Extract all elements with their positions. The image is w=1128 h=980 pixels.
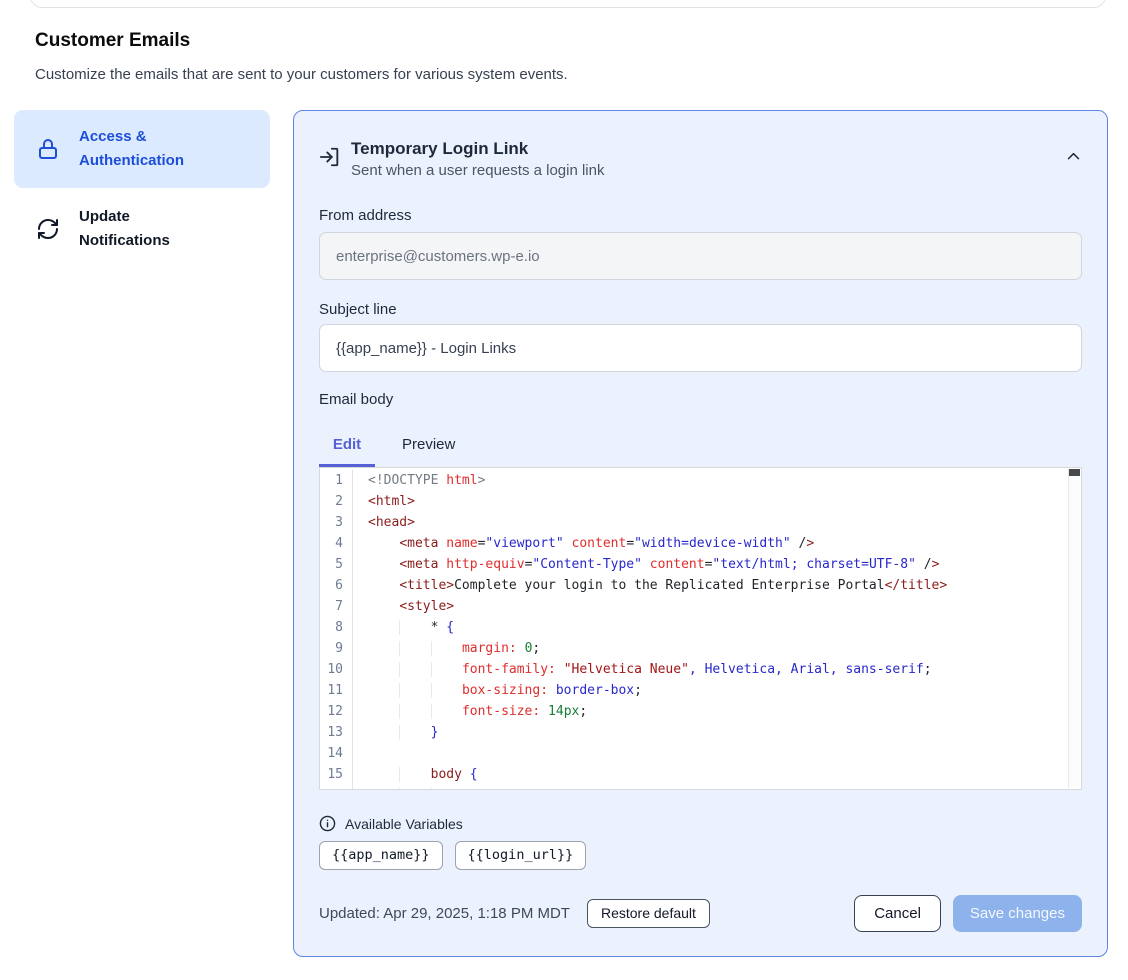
chevron-up-icon[interactable] <box>1065 148 1082 165</box>
from-address-input[interactable] <box>319 232 1082 280</box>
variable-chip-app-name[interactable]: {{app_name}} <box>319 841 443 870</box>
save-changes-button[interactable]: Save changes <box>953 895 1082 932</box>
info-icon <box>319 815 336 832</box>
available-variables-label: Available Variables <box>345 816 463 832</box>
page-subtitle: Customize the emails that are sent to yo… <box>35 66 568 83</box>
code-editor-lines: 1<!DOCTYPE html>2<html>3<head>4 <meta na… <box>320 468 1081 790</box>
editor-scrollbar[interactable] <box>1068 469 1080 788</box>
available-variables-row: Available Variables <box>319 815 1082 832</box>
cancel-button[interactable]: Cancel <box>854 895 941 932</box>
sidebar-item-access-authentication[interactable]: Access & Authentication <box>14 110 270 188</box>
lock-icon <box>36 137 60 161</box>
email-body-tabs: Edit Preview <box>319 427 1082 467</box>
code-editor[interactable]: 1<!DOCTYPE html>2<html>3<head>4 <meta na… <box>319 467 1082 790</box>
tab-preview[interactable]: Preview <box>402 427 455 467</box>
sidebar-item-label: Update Notifications <box>79 205 219 253</box>
panel-title: Temporary Login Link <box>351 137 604 161</box>
subject-line-label: Subject line <box>319 301 1082 319</box>
restore-default-button[interactable]: Restore default <box>587 899 710 928</box>
panel-header[interactable]: Temporary Login Link Sent when a user re… <box>319 137 1082 179</box>
email-settings-panel: Temporary Login Link Sent when a user re… <box>293 110 1108 957</box>
panel-footer: Updated: Apr 29, 2025, 1:18 PM MDT Resto… <box>319 895 1082 932</box>
variable-chip-login-url[interactable]: {{login_url}} <box>455 841 587 870</box>
page-title: Customer Emails <box>35 30 190 52</box>
scrollbar-thumb[interactable] <box>1069 469 1080 476</box>
subject-line-input[interactable] <box>319 324 1082 372</box>
sidebar: Access & Authentication Update Notificat… <box>14 110 270 253</box>
updated-timestamp: Updated: Apr 29, 2025, 1:18 PM MDT <box>319 905 570 922</box>
variable-chips: {{app_name}} {{login_url}} <box>319 841 1082 870</box>
top-card-edge <box>30 0 1106 8</box>
from-address-label: From address <box>319 207 1082 225</box>
refresh-icon <box>36 217 60 241</box>
sidebar-item-label: Access & Authentication <box>79 125 219 173</box>
email-body-label: Email body <box>319 391 1082 409</box>
panel-subtitle: Sent when a user requests a login link <box>351 162 604 179</box>
login-icon <box>319 146 341 168</box>
tab-edit[interactable]: Edit <box>319 427 375 467</box>
sidebar-item-update-notifications[interactable]: Update Notifications <box>14 205 270 253</box>
